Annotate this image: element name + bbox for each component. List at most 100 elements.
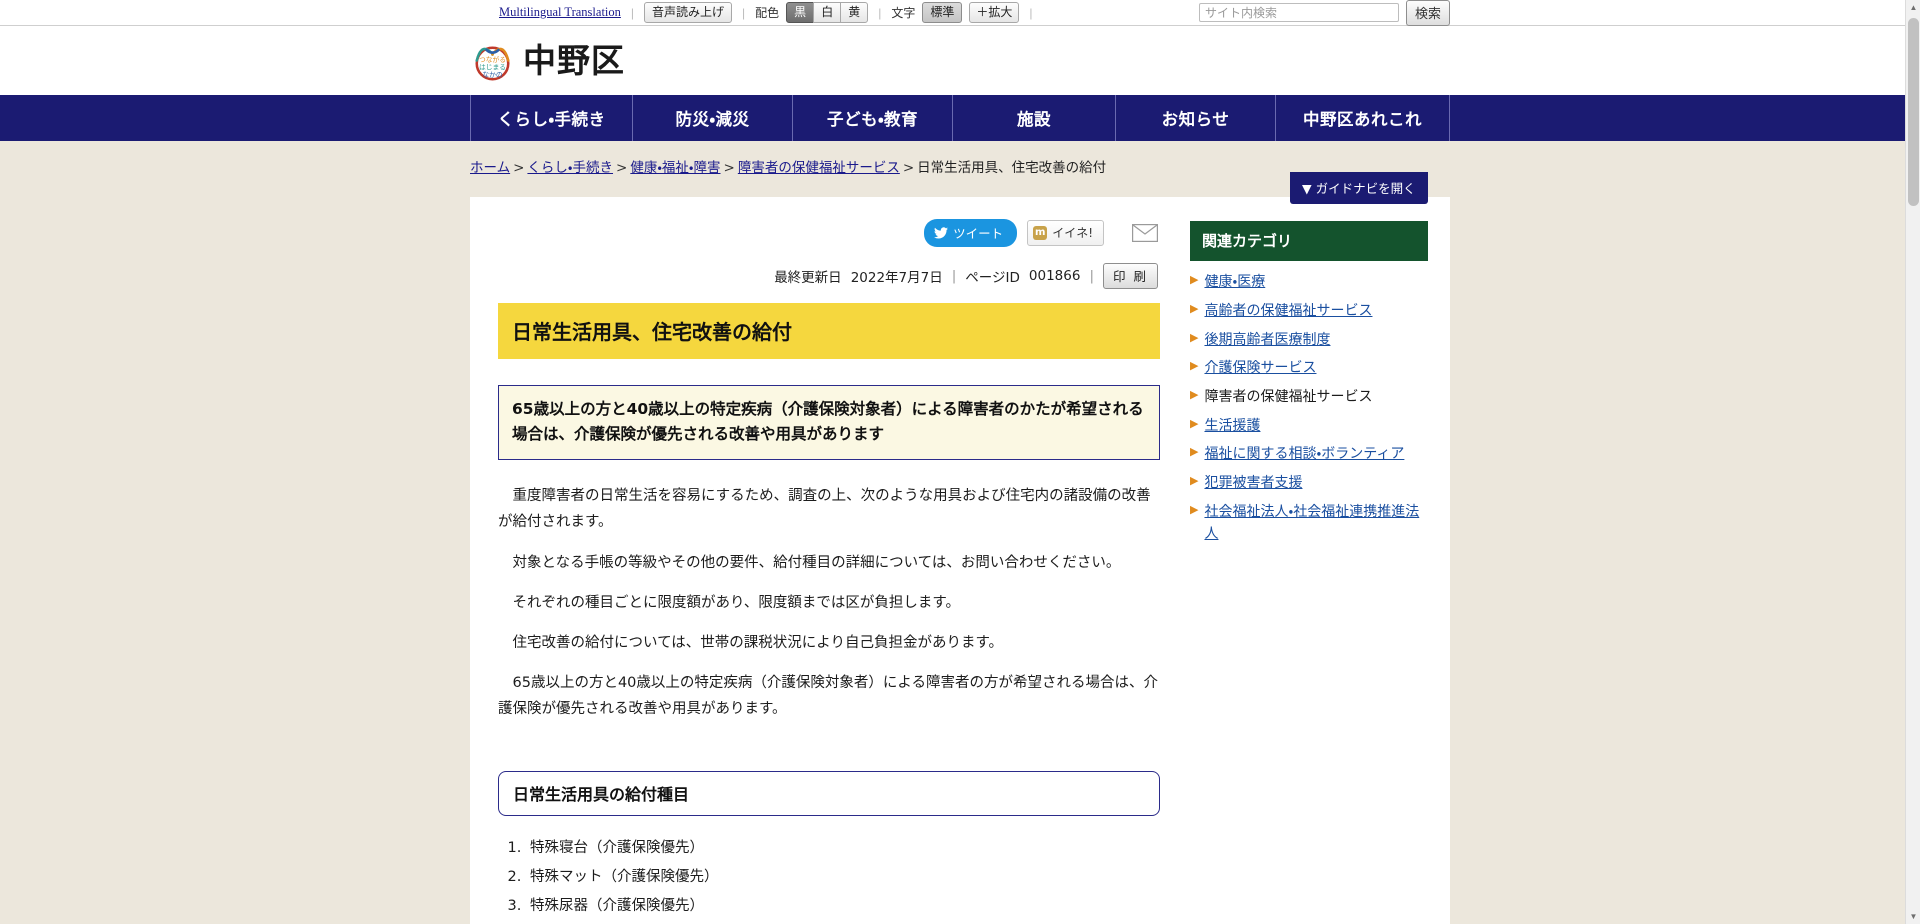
triangle-bullet-icon: ▶ <box>1190 301 1199 315</box>
triangle-bullet-icon: ▶ <box>1190 416 1199 430</box>
hatena-label: イイネ! <box>1052 226 1093 241</box>
sidebar-item-label[interactable]: 介護保険サービス <box>1204 357 1316 380</box>
breadcrumb-item-kurashi[interactable]: くらし・手続き <box>527 160 613 176</box>
meta-divider-1: | <box>951 268 957 285</box>
sidebar-item-label[interactable]: 高齢者の保健福祉サービス <box>1204 300 1372 323</box>
scroll-down-arrow-icon[interactable]: ▼ <box>1906 909 1920 924</box>
paragraph-4: 住宅改善の給付については、世帯の課税状況により自己負担金があります。 <box>512 635 1004 652</box>
utility-bar: Multilingual Translation | 音声読み上げ | 配色 黒… <box>0 0 1920 26</box>
list-item: 特殊寝台（介護保険優先） <box>526 834 1160 863</box>
list-item: 特殊尿器（介護保険優先） <box>526 892 1160 921</box>
triangle-bullet-icon: ▶ <box>1190 330 1199 344</box>
nav-item-kurashi[interactable]: くらし・手続き <box>470 95 632 141</box>
site-header: つながる はじまる なかの 中野区 <box>0 26 1920 95</box>
color-option-yellow[interactable]: 黄 <box>840 2 869 23</box>
triangle-bullet-icon: ▶ <box>1190 273 1199 287</box>
pageid-value: 001866 <box>1028 268 1081 285</box>
sidebar-item-seikatsu-engo[interactable]: ▶ 生活援護 <box>1190 415 1428 438</box>
meta-divider-2: | <box>1089 268 1095 285</box>
color-scheme-label: 配色 <box>755 6 780 20</box>
page-root: Multilingual Translation | 音声読み上げ | 配色 黒… <box>0 0 1920 924</box>
sidebar-item-label[interactable]: 生活援護 <box>1204 415 1260 438</box>
breadcrumb-item-current: 日常生活用具、住宅改善の給付 <box>917 160 1107 176</box>
breadcrumb-item-home[interactable]: ホーム <box>470 160 510 176</box>
global-navigation: くらし・手続き 防災・減災 子ども・教育 施設 お知らせ 中野区あれこれ <box>0 95 1920 141</box>
triangle-bullet-icon: ▶ <box>1190 387 1199 401</box>
text-size-standard-button[interactable]: 標準 <box>922 2 963 23</box>
breadcrumb-item-shogaisha[interactable]: 障害者の保健福祉サービス <box>738 160 900 176</box>
sidebar-item-hanzai-higaisha[interactable]: ▶ 犯罪被害者支援 <box>1190 472 1428 495</box>
browser-viewport: Multilingual Translation | 音声読み上げ | 配色 黒… <box>0 0 1920 924</box>
color-option-white[interactable]: 白 <box>813 2 842 23</box>
list-item: 特殊マット（介護保険優先） <box>526 863 1160 892</box>
scrollbar-thumb[interactable] <box>1908 18 1919 206</box>
sidebar-item-koreisha-hoken[interactable]: ▶ 高齢者の保健福祉サービス <box>1190 300 1428 323</box>
breadcrumb-sep-2: > <box>616 160 628 176</box>
color-scheme-group: 黒 白 黄 <box>786 2 869 23</box>
sidebar-item-label[interactable]: 健康・医療 <box>1204 271 1265 294</box>
color-option-black[interactable]: 黒 <box>786 2 815 23</box>
main-column: ツイート m イイネ! 最終更新日 2022年7月7日 | ページID 0018… <box>470 197 1182 924</box>
sidebar-category-list: ▶ 健康・医療 ▶ 高齢者の保健福祉サービス ▶ 後期高齢者医療制度 ▶ 介護保… <box>1190 271 1428 546</box>
site-name: 中野区 <box>523 41 625 80</box>
voice-readout-button[interactable]: 音声読み上げ <box>644 2 733 23</box>
text-size-label: 文字 <box>891 6 916 20</box>
share-row: ツイート m イイネ! <box>498 219 1160 248</box>
sidebar-item-kaigo-hoken[interactable]: ▶ 介護保険サービス <box>1190 357 1428 380</box>
page-meta: 最終更新日 2022年7月7日 | ページID 001866 | 印 刷 <box>498 263 1160 290</box>
triangle-bullet-icon: ▶ <box>1190 502 1199 516</box>
twitter-bird-icon <box>934 227 949 239</box>
util-divider-2: | <box>742 5 746 20</box>
breadcrumb-sep-3: > <box>723 160 735 176</box>
sidebar-item-label[interactable]: 福祉に関する相談・ボランティア <box>1204 443 1404 466</box>
page-title: 日常生活用具、住宅改善の給付 <box>498 303 1160 360</box>
paragraph-2: 対象となる手帳の等級やその他の要件、給付種目の詳細については、お問い合わせくださ… <box>512 554 1121 571</box>
scroll-up-arrow-icon[interactable]: ▲ <box>1906 0 1920 15</box>
paragraph-5: 65歳以上の方と40歳以上の特定疾病（介護保険対象者）による障害者の方が希望され… <box>498 675 1158 718</box>
hatena-icon: m <box>1033 225 1048 240</box>
pageid-label: ページID <box>965 270 1020 287</box>
svg-text:なかの: なかの <box>482 71 503 79</box>
tweet-button[interactable]: ツイート <box>924 219 1018 248</box>
nav-item-bousai[interactable]: 防災・減災 <box>632 95 792 141</box>
section-heading-kyufu-shumoku: 日常生活用具の給付種目 <box>498 771 1160 817</box>
guide-navi-toggle[interactable]: ▼ ガイドナビを開く <box>1290 172 1428 204</box>
breadcrumb-item-kenko[interactable]: 健康・福祉・障害 <box>630 160 720 176</box>
sidebar-item-kenko-iryo[interactable]: ▶ 健康・医療 <box>1190 271 1428 294</box>
multilingual-translation-link[interactable]: Multilingual Translation <box>499 5 621 20</box>
sidebar-item-shakai-fukushi-hojin[interactable]: ▶ 社会福祉法人・社会福祉連携推進法人 <box>1190 501 1428 546</box>
triangle-bullet-icon: ▶ <box>1190 359 1199 373</box>
tweet-label: ツイート <box>953 226 1004 242</box>
text-size-enlarge-button[interactable]: ＋拡大 <box>969 2 1020 23</box>
triangle-bullet-icon: ▶ <box>1190 473 1199 487</box>
util-divider-1: | <box>630 5 635 20</box>
sidebar-item-label[interactable]: 後期高齢者医療制度 <box>1204 329 1330 352</box>
paragraph-3: それぞれの種目ごとに限度額があり、限度額までは区が負担します。 <box>512 594 960 611</box>
sidebar-item-label: 障害者の保健福祉サービス <box>1204 388 1373 405</box>
page-scrollbar[interactable]: ▲ ▼ <box>1905 0 1920 924</box>
print-button[interactable]: 印 刷 <box>1103 263 1158 290</box>
nav-item-kodomo[interactable]: 子ども・教育 <box>792 95 952 141</box>
nav-item-arekore[interactable]: 中野区あれこれ <box>1275 95 1450 141</box>
updated-value: 2022年7月7日 <box>850 270 943 287</box>
paragraph-1: 重度障害者の日常生活を容易にするため、調査の上、次のような用具および住宅内の諸設… <box>498 488 1151 531</box>
hatena-bookmark-button[interactable]: m イイネ! <box>1027 220 1104 247</box>
site-search-button[interactable]: 検索 <box>1405 0 1450 26</box>
svg-text:つながる: つながる <box>479 55 506 64</box>
sidebar-item-kouki-koreisha[interactable]: ▶ 後期高齢者医療制度 <box>1190 329 1428 352</box>
util-divider-3: | <box>878 5 882 20</box>
breadcrumb-sep-1: > <box>513 160 525 176</box>
breadcrumb-sep-4: > <box>902 160 915 176</box>
sidebar-item-fukushi-soudan[interactable]: ▶ 福祉に関する相談・ボランティア <box>1190 443 1428 466</box>
triangle-bullet-icon: ▶ <box>1190 445 1199 459</box>
nav-item-shisetsu[interactable]: 施設 <box>952 95 1115 141</box>
sidebar-heading: 関連カテゴリ <box>1190 221 1428 262</box>
updated-label: 最終更新日 <box>774 270 842 287</box>
sidebar-item-label[interactable]: 社会福祉法人・社会福祉連携推進法人 <box>1204 501 1428 546</box>
sidebar-item-label[interactable]: 犯罪被害者支援 <box>1204 472 1302 495</box>
site-logo[interactable]: つながる はじまる なかの 中野区 <box>470 38 625 83</box>
kyufu-shumoku-list: 特殊寝台（介護保険優先） 特殊マット（介護保険優先） 特殊尿器（介護保険優先） <box>498 834 1160 921</box>
site-search-input[interactable] <box>1198 3 1399 22</box>
envelope-icon[interactable] <box>1132 224 1158 243</box>
nav-item-oshirase[interactable]: お知らせ <box>1115 95 1275 141</box>
